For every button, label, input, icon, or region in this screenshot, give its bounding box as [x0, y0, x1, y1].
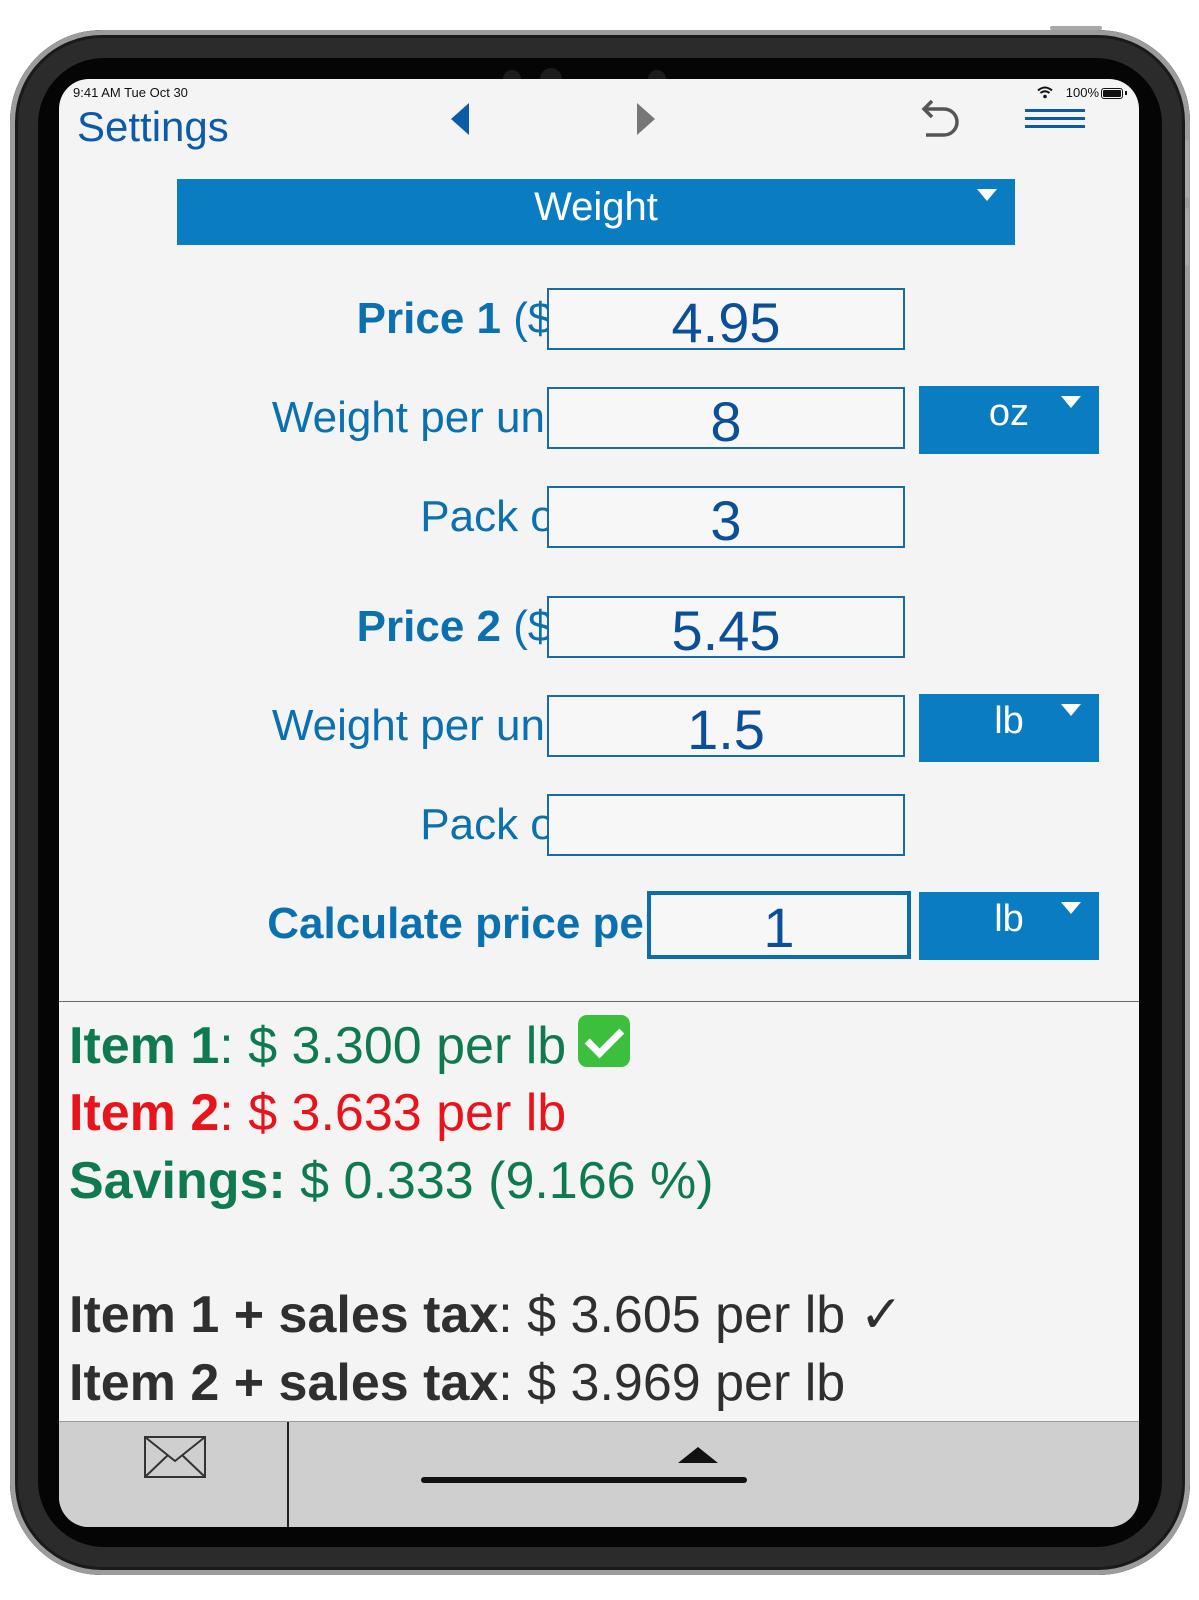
- result-item2-tax: Item 2 + sales tax: $ 3.969 per lb: [69, 1354, 846, 1412]
- wifi-icon: [1037, 86, 1053, 99]
- price2-label: Price 2 ($): [356, 602, 567, 651]
- price1-label: Price 1 ($): [356, 294, 567, 343]
- pack2-input[interactable]: [547, 794, 905, 856]
- settings-button[interactable]: Settings: [77, 103, 229, 151]
- price1-input[interactable]: 4.95: [547, 288, 905, 354]
- weight1-unit-select[interactable]: oz: [919, 386, 1099, 454]
- toolbar-separator: [287, 1422, 289, 1527]
- app-screen: 9:41 AM Tue Oct 30 100% Settings Weight …: [59, 79, 1139, 1527]
- pack1-input[interactable]: 3: [547, 486, 905, 552]
- chevron-down-icon: [1061, 704, 1081, 716]
- chevron-down-icon: [977, 189, 997, 201]
- calculate-unit-select[interactable]: lb: [919, 892, 1099, 960]
- price2-input[interactable]: 5.45: [547, 596, 905, 662]
- battery-icon: [1101, 88, 1123, 99]
- battery-tip: [1125, 91, 1127, 95]
- weight2-input[interactable]: 1.5: [547, 695, 905, 761]
- check-mark-button-icon: [578, 1015, 631, 1067]
- result-item1-tax: Item 1 + sales tax: $ 3.605 per lb ✓: [69, 1286, 904, 1344]
- weight1-label: Weight per unit: [271, 393, 567, 442]
- category-select-label: Weight: [534, 185, 658, 229]
- home-indicator: [421, 1477, 747, 1483]
- bottom-toolbar: [59, 1421, 1139, 1527]
- weight1-input[interactable]: 8: [547, 387, 905, 453]
- volume-down-button: [1185, 208, 1189, 266]
- result-item2: Item 2: $ 3.633 per lb: [69, 1084, 567, 1142]
- undo-icon[interactable]: [914, 99, 964, 143]
- menu-icon[interactable]: [1025, 107, 1085, 131]
- calculate-unit-label: lb: [994, 898, 1024, 940]
- category-select[interactable]: Weight: [177, 179, 1015, 245]
- result-item1: Item 1: $ 3.300 per lb: [69, 1015, 631, 1076]
- back-arrow-icon[interactable]: [449, 101, 471, 137]
- chevron-down-icon: [1061, 902, 1081, 914]
- forward-arrow-icon[interactable]: [635, 101, 657, 137]
- weight2-label: Weight per unit: [271, 701, 567, 750]
- top-button: [1050, 26, 1102, 30]
- weight1-unit-label: oz: [988, 392, 1030, 434]
- calculate-per-input[interactable]: 1: [647, 891, 911, 959]
- mail-icon[interactable]: [143, 1435, 207, 1479]
- weight2-unit-select[interactable]: lb: [919, 694, 1099, 762]
- pack2-label: Pack of: [420, 800, 567, 849]
- pack1-label: Pack of: [420, 492, 567, 541]
- chevron-down-icon: [1061, 396, 1081, 408]
- weight2-unit-label: lb: [994, 700, 1024, 742]
- section-divider: [59, 1001, 1139, 1002]
- status-battery-percent: 100%: [1065, 85, 1099, 100]
- status-time-date: 9:41 AM Tue Oct 30: [73, 85, 188, 100]
- calculate-per-label: Calculate price per: [267, 899, 661, 948]
- volume-up-button: [1185, 140, 1189, 198]
- result-savings: Savings: $ 0.333 (9.166 %): [69, 1152, 714, 1210]
- expand-up-icon[interactable]: [678, 1445, 718, 1465]
